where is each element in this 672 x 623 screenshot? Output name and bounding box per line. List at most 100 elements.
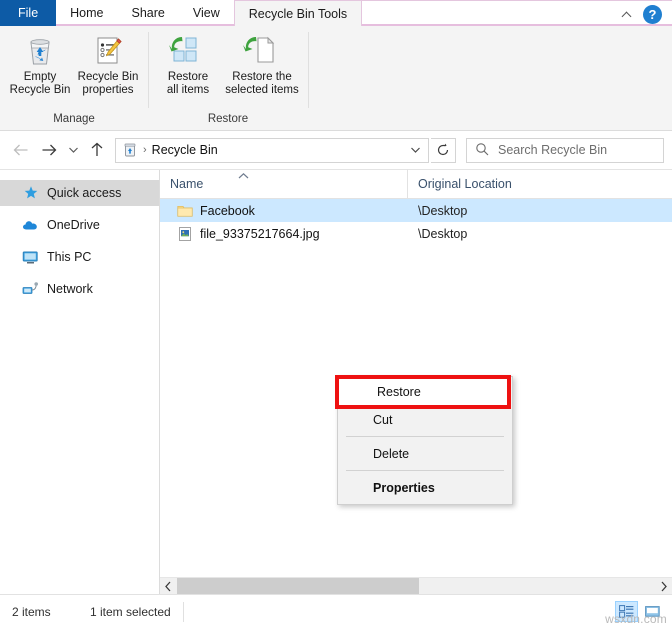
row-location-label: \Desktop bbox=[418, 203, 468, 218]
ribbon-group-manage-items: Empty Recycle Bin Recycle Bin properties bbox=[0, 30, 148, 97]
context-menu-item-delete[interactable]: Delete bbox=[338, 440, 512, 467]
context-menu-item-properties[interactable]: Properties bbox=[338, 474, 512, 501]
empty-recycle-bin-button[interactable]: Empty Recycle Bin bbox=[6, 30, 74, 97]
column-headers: Name Original Location bbox=[160, 169, 672, 199]
tab-file[interactable]: File bbox=[0, 0, 57, 26]
tab-home[interactable]: Home bbox=[56, 0, 118, 26]
tab-recycle-bin-tools-label: Recycle Bin Tools bbox=[248, 6, 348, 21]
ribbon: Empty Recycle Bin Recycle Bin properties… bbox=[0, 26, 672, 131]
tabstrip-right-controls: ? bbox=[621, 1, 668, 27]
scrollbar-thumb[interactable] bbox=[177, 577, 419, 595]
properties-icon bbox=[93, 33, 123, 67]
network-icon bbox=[22, 281, 39, 298]
column-header-name-label: Name bbox=[170, 176, 204, 191]
ribbon-group-restore-label: Restore bbox=[207, 113, 249, 125]
row-name-cell: Facebook bbox=[160, 202, 408, 219]
star-icon bbox=[22, 185, 39, 202]
search-icon bbox=[475, 142, 489, 159]
tab-share-label: Share bbox=[131, 6, 165, 20]
address-field[interactable]: › Recycle Bin bbox=[115, 137, 429, 163]
up-button[interactable] bbox=[84, 137, 110, 163]
sidebar-item-label: OneDrive bbox=[47, 218, 100, 232]
watermark-label: wsxdn.com bbox=[605, 612, 667, 623]
empty-recycle-bin-label: Empty Recycle Bin bbox=[9, 71, 71, 96]
restore-selected-items-button[interactable]: Restore the selected items bbox=[222, 30, 302, 97]
ribbon-group-manage: Empty Recycle Bin Recycle Bin properties… bbox=[0, 26, 148, 130]
table-row[interactable]: Facebook \Desktop bbox=[160, 199, 672, 222]
forward-button[interactable] bbox=[36, 137, 62, 163]
sort-ascending-icon bbox=[237, 171, 250, 183]
search-input[interactable]: Search Recycle Bin bbox=[498, 143, 607, 157]
monitor-icon bbox=[22, 249, 39, 266]
context-menu-item-label: Delete bbox=[373, 446, 410, 461]
cloud-icon bbox=[22, 217, 39, 234]
item-count-label: 2 items bbox=[12, 604, 51, 619]
back-button[interactable] bbox=[8, 137, 34, 163]
tab-home-label: Home bbox=[70, 6, 104, 20]
tabstrip-filler: ? bbox=[362, 0, 672, 26]
sidebar-item-quick-access[interactable]: Quick access bbox=[0, 180, 159, 206]
ribbon-group-filler bbox=[308, 26, 672, 130]
ribbon-group-restore-items: Restore all items Restore the selected i… bbox=[148, 30, 308, 97]
restore-all-items-button[interactable]: Restore all items bbox=[154, 30, 222, 97]
status-bar: 2 items 1 item selected wsxdn.com bbox=[0, 594, 672, 623]
selection-label: 1 item selected bbox=[90, 604, 171, 619]
column-header-original-location[interactable]: Original Location bbox=[408, 169, 672, 198]
help-label: ? bbox=[648, 6, 657, 22]
row-name-cell: file_93375217664.jpg bbox=[160, 225, 408, 242]
context-menu-item-label: Properties bbox=[373, 480, 435, 495]
row-name-label: file_93375217664.jpg bbox=[200, 226, 320, 241]
tab-recycle-bin-tools[interactable]: Recycle Bin Tools bbox=[233, 0, 363, 26]
ribbon-group-restore: Restore all items Restore the selected i… bbox=[148, 26, 308, 130]
scrollbar-track[interactable] bbox=[177, 577, 655, 595]
tab-share[interactable]: Share bbox=[117, 0, 179, 26]
tab-view[interactable]: View bbox=[178, 0, 234, 26]
address-dropdown-icon[interactable] bbox=[404, 139, 426, 162]
recent-locations-button[interactable] bbox=[64, 137, 82, 163]
tab-view-label: View bbox=[192, 6, 220, 20]
restore-all-items-label: Restore all items bbox=[166, 71, 210, 96]
sidebar-item-onedrive[interactable]: OneDrive bbox=[0, 212, 159, 238]
context-menu-item-restore[interactable]: Restore bbox=[335, 375, 511, 409]
horizontal-scrollbar[interactable] bbox=[160, 577, 672, 595]
sidebar-item-network[interactable]: Network bbox=[0, 276, 159, 302]
restore-selected-icon bbox=[242, 33, 282, 67]
recycle-bin-icon bbox=[25, 33, 55, 67]
ribbon-group-manage-label: Manage bbox=[53, 113, 95, 125]
address-bar: › Recycle Bin Search Recycle Bin bbox=[0, 131, 672, 169]
context-menu: Restore Restore Cut Delete Properties bbox=[335, 375, 513, 505]
sidebar-item-this-pc[interactable]: This PC bbox=[0, 244, 159, 270]
row-name-label: Facebook bbox=[200, 203, 255, 218]
restore-all-icon bbox=[168, 33, 208, 67]
context-menu-item-cut[interactable]: Cut bbox=[338, 406, 512, 433]
breadcrumb-separator: › bbox=[143, 144, 147, 156]
column-header-name[interactable]: Name bbox=[160, 169, 408, 198]
navigation-pane: Quick access OneDrive This PC Network bbox=[0, 170, 160, 594]
refresh-button[interactable] bbox=[431, 137, 456, 163]
main-area: Quick access OneDrive This PC Network Na… bbox=[0, 169, 672, 595]
context-menu-item-label: Restore bbox=[377, 385, 421, 399]
recycle-bin-properties-label: Recycle Bin properties bbox=[77, 71, 139, 96]
file-explorer-window: File Home Share View Recycle Bin Tools ? bbox=[0, 0, 672, 623]
sidebar-item-label: This PC bbox=[47, 250, 92, 264]
file-rows: Facebook \Desktop file_93375217664.jpg \… bbox=[160, 199, 672, 245]
restore-selected-items-label: Restore the selected items bbox=[225, 71, 299, 96]
ribbon-tabstrip: File Home Share View Recycle Bin Tools ? bbox=[0, 0, 672, 26]
sidebar-item-label: Quick access bbox=[47, 186, 122, 200]
table-row[interactable]: file_93375217664.jpg \Desktop bbox=[160, 222, 672, 245]
status-divider bbox=[182, 601, 184, 622]
folder-icon bbox=[176, 202, 193, 219]
help-icon[interactable]: ? bbox=[643, 4, 662, 24]
scroll-left-icon[interactable] bbox=[160, 578, 177, 595]
breadcrumb-path: Recycle Bin bbox=[151, 143, 218, 157]
collapse-ribbon-icon[interactable] bbox=[621, 7, 635, 21]
recycle-bin-properties-button[interactable]: Recycle Bin properties bbox=[74, 30, 142, 97]
search-box[interactable]: Search Recycle Bin bbox=[466, 137, 664, 163]
context-menu-separator bbox=[346, 470, 504, 471]
context-menu-separator bbox=[346, 436, 504, 437]
column-header-original-location-label: Original Location bbox=[418, 176, 512, 191]
row-location-label: \Desktop bbox=[418, 226, 468, 241]
scroll-right-icon[interactable] bbox=[655, 578, 672, 595]
image-file-icon bbox=[176, 225, 193, 242]
tab-file-label: File bbox=[18, 6, 39, 20]
